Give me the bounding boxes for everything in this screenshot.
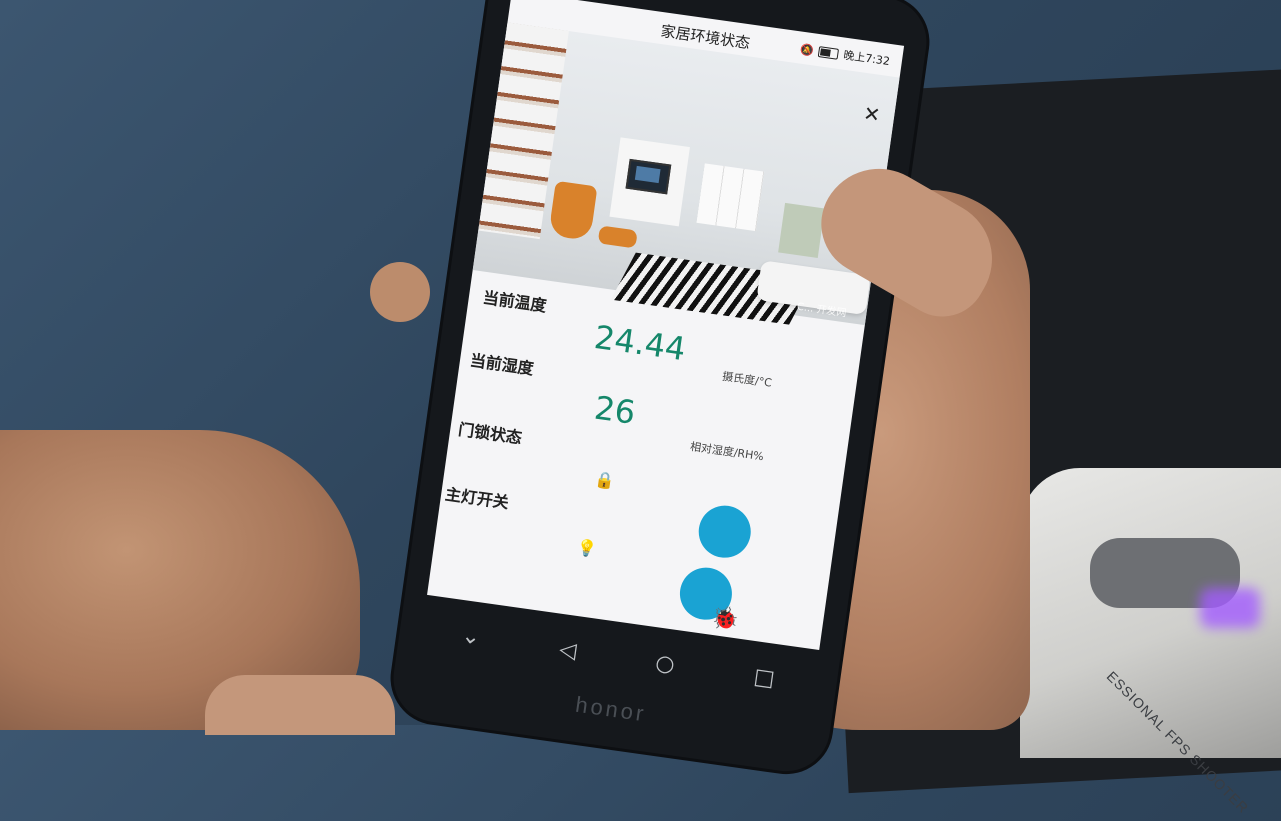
phone-screen: 家居环境状态 🔕 晚上7:32 C... 开发网 ✕ 当前温度 24.44 摄氏… xyxy=(427,0,905,650)
humidity-value: 26 xyxy=(592,388,638,432)
home-circle-icon[interactable]: ○ xyxy=(654,650,676,677)
mouse-glow xyxy=(1200,588,1260,628)
back-triangle-icon[interactable]: ◁ xyxy=(558,636,578,663)
temperature-unit: 摄氏度/°C xyxy=(721,369,773,390)
battery-icon xyxy=(818,45,840,60)
bug-icon: 🐞 xyxy=(709,604,741,634)
lock-icon: 🔒 xyxy=(593,469,616,491)
orange-ottoman xyxy=(597,225,638,249)
orange-chair xyxy=(548,180,598,242)
door-lock-button[interactable] xyxy=(695,502,755,562)
cabinet xyxy=(696,163,765,232)
left-finger xyxy=(370,262,430,322)
mouse-text: ESSIONAL FPS SHOOTER xyxy=(1103,668,1253,817)
lightbulb-icon: 💡 xyxy=(575,537,599,559)
temperature-label: 当前温度 xyxy=(481,287,548,316)
window xyxy=(778,202,825,258)
chevron-down-icon[interactable]: ⌄ xyxy=(460,623,482,650)
status-panel: 当前温度 24.44 摄氏度/°C 当前湿度 26 相对湿度/RH% 门锁状态 … xyxy=(427,270,865,650)
close-icon[interactable]: ✕ xyxy=(862,101,882,127)
door-lock-label: 门锁状态 xyxy=(457,419,524,448)
gaming-mouse: ESSIONAL FPS SHOOTER xyxy=(1020,468,1281,816)
temperature-value: 24.44 xyxy=(591,317,688,369)
humidity-label: 当前湿度 xyxy=(468,350,535,379)
tv xyxy=(625,158,672,195)
mute-icon: 🔕 xyxy=(799,42,815,57)
humidity-unit: 相对湿度/RH% xyxy=(689,440,765,464)
main-light-label: 主灯开关 xyxy=(443,484,510,513)
recents-square-icon[interactable]: □ xyxy=(752,664,776,692)
bottom-thumb xyxy=(205,675,395,735)
